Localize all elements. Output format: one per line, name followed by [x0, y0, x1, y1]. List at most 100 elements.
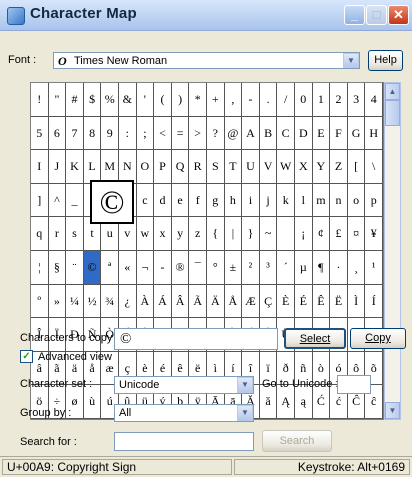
char-cell[interactable]: F: [330, 116, 348, 151]
char-cell[interactable]: ¿: [119, 284, 137, 319]
char-cell[interactable]: k: [277, 183, 295, 218]
char-cell[interactable]: }: [242, 217, 260, 251]
char-cell[interactable]: ¾: [101, 284, 119, 319]
char-cell[interactable]: j: [259, 183, 278, 218]
char-cell[interactable]: P: [154, 150, 172, 184]
char-cell[interactable]: w: [136, 217, 155, 251]
char-cell[interactable]: ¡: [295, 217, 313, 251]
char-cell[interactable]: %: [101, 83, 119, 117]
char-cell[interactable]: W: [277, 150, 295, 184]
char-cell[interactable]: _: [66, 183, 84, 218]
char-cell[interactable]: @: [224, 116, 243, 151]
char-cell[interactable]: 6: [48, 116, 67, 151]
char-cell[interactable]: ®: [171, 251, 190, 285]
font-dropdown-chevron-icon[interactable]: ▼: [343, 53, 359, 68]
char-cell[interactable]: §: [48, 251, 67, 285]
char-cell[interactable]: H: [365, 116, 383, 151]
scroll-down-arrow-icon[interactable]: ▼: [385, 402, 400, 419]
char-cell[interactable]: ª: [101, 251, 119, 285]
char-cell[interactable]: ³: [259, 251, 278, 285]
char-cell[interactable]: ): [171, 83, 190, 117]
char-cell[interactable]: .: [259, 83, 278, 117]
char-cell[interactable]: ¤: [347, 217, 366, 251]
char-cell[interactable]: o: [347, 183, 366, 218]
grid-scrollbar[interactable]: ▲ ▼: [384, 82, 401, 420]
char-cell[interactable]: ą: [295, 385, 313, 419]
char-cell[interactable]: #: [66, 83, 84, 117]
char-cell[interactable]: B: [259, 116, 278, 151]
char-cell[interactable]: Í: [365, 284, 383, 319]
char-cell[interactable]: m: [312, 183, 331, 218]
char-cell[interactable]: E: [312, 116, 331, 151]
char-cell[interactable]: Ç: [259, 284, 278, 319]
char-cell[interactable]: x: [154, 217, 172, 251]
char-cell[interactable]: z: [189, 217, 207, 251]
char-cell[interactable]: ă: [259, 385, 278, 419]
char-cell[interactable]: ù: [83, 385, 102, 419]
char-cell[interactable]: U: [242, 150, 260, 184]
char-cell[interactable]: Ą: [277, 385, 295, 419]
char-cell[interactable]: ,: [224, 83, 243, 117]
char-cell[interactable]: 1: [312, 83, 331, 117]
char-cell[interactable]: Ä: [207, 284, 225, 319]
copy-button[interactable]: Copy: [350, 328, 406, 349]
char-cell[interactable]: ¨: [66, 251, 84, 285]
char-cell[interactable]: y: [171, 217, 190, 251]
char-cell[interactable]: ¬: [136, 251, 155, 285]
char-cell[interactable]: ²: [242, 251, 260, 285]
char-cell[interactable]: ]: [31, 183, 49, 218]
char-cell[interactable]: Ã: [189, 284, 207, 319]
char-cell[interactable]: Å: [224, 284, 243, 319]
char-cell[interactable]: £: [330, 217, 348, 251]
char-cell[interactable]: ©: [83, 251, 102, 285]
char-cell[interactable]: ^: [48, 183, 67, 218]
char-cell[interactable]: h: [224, 183, 243, 218]
char-cell[interactable]: ¹: [365, 251, 383, 285]
char-cell[interactable]: ¦: [31, 251, 49, 285]
char-cell[interactable]: 8: [83, 116, 102, 151]
char-cell[interactable]: Æ: [242, 284, 260, 319]
char-cell[interactable]: ¯: [189, 251, 207, 285]
char-cell[interactable]: Ć: [312, 385, 331, 419]
char-cell[interactable]: ±: [224, 251, 243, 285]
group-by-chevron-icon[interactable]: ▼: [237, 405, 253, 421]
char-cell[interactable]: ¶: [312, 251, 331, 285]
char-cell[interactable]: /: [277, 83, 295, 117]
char-cell[interactable]: M: [101, 150, 119, 184]
char-cell[interactable]: -: [154, 251, 172, 285]
char-cell[interactable]: >: [189, 116, 207, 151]
char-cell[interactable]: K: [66, 150, 84, 184]
characters-to-copy-input[interactable]: ©: [114, 328, 278, 350]
char-cell[interactable]: Â: [171, 284, 190, 319]
char-cell[interactable]: É: [295, 284, 313, 319]
char-cell[interactable]: d: [154, 183, 172, 218]
char-cell[interactable]: O: [136, 150, 155, 184]
char-cell[interactable]: !: [31, 83, 49, 117]
char-cell[interactable]: c: [136, 183, 155, 218]
char-cell[interactable]: T: [224, 150, 243, 184]
character-grid[interactable]: ! " # $% & '() * +, -./0 1 2 3 4 5 6 7 8 9:; < = >? @ A B C D E F G H…: [30, 82, 384, 420]
char-cell[interactable]: Ê: [312, 284, 331, 319]
char-cell[interactable]: q: [31, 217, 49, 251]
char-cell[interactable]: ¢: [312, 217, 331, 251]
advanced-view-checkbox[interactable]: ✓: [20, 350, 33, 363]
goto-unicode-input[interactable]: [337, 375, 371, 394]
char-cell[interactable]: X: [295, 150, 313, 184]
char-cell[interactable]: ´: [277, 251, 295, 285]
maximize-button[interactable]: □: [366, 5, 387, 25]
char-cell[interactable]: R: [189, 150, 207, 184]
char-cell[interactable]: l: [295, 183, 313, 218]
char-cell[interactable]: &: [119, 83, 137, 117]
char-cell[interactable]: S: [207, 150, 225, 184]
char-cell[interactable]: È: [277, 284, 295, 319]
char-cell[interactable]: À: [136, 284, 155, 319]
char-cell[interactable]: Ë: [330, 284, 348, 319]
char-cell[interactable]: ·: [330, 251, 348, 285]
char-cell[interactable]: (: [154, 83, 172, 117]
char-cell[interactable]: r: [48, 217, 67, 251]
char-cell[interactable]: 0: [295, 83, 313, 117]
minimize-button[interactable]: _: [344, 5, 365, 25]
char-cell[interactable]: ": [48, 83, 67, 117]
char-cell[interactable]: i: [242, 183, 260, 218]
char-cell[interactable]: ~: [259, 217, 278, 251]
